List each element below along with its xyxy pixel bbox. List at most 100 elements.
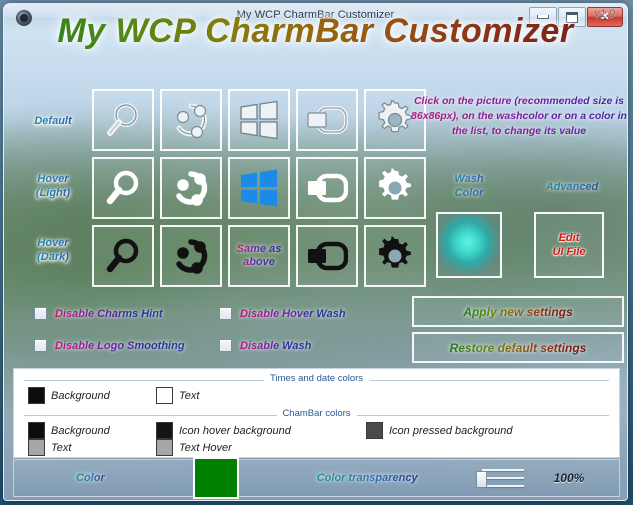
same-as-above-line2: above	[237, 256, 282, 269]
edit-ui-file-label: Edit UI File	[552, 231, 585, 259]
devices-icon	[306, 104, 348, 136]
slider-track-top	[482, 469, 524, 471]
swatch-label: Icon pressed background	[389, 425, 513, 437]
edit-ui-file-button[interactable]: Edit UI File	[534, 212, 604, 278]
swatch-item[interactable]: Text	[156, 387, 199, 404]
row-label-hover-dark: Hover (Dark)	[18, 236, 88, 264]
charmbar-colors-row: Background Text Icon hover background Te	[14, 422, 619, 456]
swatch-item[interactable]: Text	[28, 439, 156, 456]
app-window: My WCP CharmBar Customizer ✕ v1.0 My WCP…	[3, 3, 628, 501]
settings-gear-icon	[375, 168, 415, 208]
swatch-item[interactable]: Icon pressed background	[366, 422, 513, 439]
color-swatch-main[interactable]	[193, 457, 239, 499]
share-icon	[171, 236, 211, 276]
swatch-item[interactable]: Icon hover background	[156, 422, 366, 439]
start-windows-icon	[239, 169, 279, 207]
swatch-label: Background	[51, 390, 110, 402]
same-as-above-label: Same as above	[237, 243, 282, 269]
checkbox-label: Disable Hover Wash	[240, 308, 346, 320]
color-swatch-charmbar-background[interactable]	[28, 422, 45, 439]
row-label-hover-light-line1: Hover	[18, 172, 88, 186]
icon-cell-hover-light-start[interactable]	[228, 157, 290, 219]
same-as-above-line1: Same as	[237, 243, 282, 256]
icon-cell-hover-light-devices[interactable]	[296, 157, 358, 219]
wash-color-label-line2: Color	[434, 186, 504, 200]
edit-ui-file-line1: Edit	[552, 231, 585, 245]
transparency-slider[interactable]	[476, 467, 524, 489]
wash-color-label: Wash Color	[434, 172, 504, 200]
search-icon	[103, 168, 143, 208]
devices-icon	[306, 172, 348, 204]
icon-cell-hover-dark-devices[interactable]	[296, 225, 358, 287]
row-label-hover-dark-line1: Hover	[18, 236, 88, 250]
times-date-text-group: Text	[156, 387, 199, 404]
screenshot-root: My WCP CharmBar Customizer ✕ v1.0 My WCP…	[0, 0, 633, 505]
checkbox-label: Disable Charms Hint	[55, 308, 163, 320]
icon-cell-hover-dark-share[interactable]	[160, 225, 222, 287]
checkbox-disable-wash[interactable]: Disable Wash	[219, 339, 311, 352]
share-icon	[171, 168, 211, 208]
color-swatch-charmbar-text[interactable]	[28, 439, 45, 456]
page-title: My WCP CharmBar Customizer	[4, 12, 627, 51]
icon-row-default	[92, 89, 426, 151]
slider-track-middle	[482, 477, 524, 479]
charmbar-colors-title: ChamBar colors	[276, 408, 356, 419]
checkbox-box[interactable]	[219, 307, 232, 320]
icon-cell-default-start[interactable]	[228, 89, 290, 151]
checkbox-box[interactable]	[219, 339, 232, 352]
color-swatch-icon-pressed-background[interactable]	[366, 422, 383, 439]
share-icon	[171, 100, 211, 140]
checkbox-box[interactable]	[34, 339, 47, 352]
checkbox-box[interactable]	[34, 307, 47, 320]
swatch-label: Text	[51, 442, 71, 454]
charmbar-col3: Icon pressed background	[366, 422, 513, 439]
icon-cell-hover-dark-search[interactable]	[92, 225, 154, 287]
color-swatch-icon-hover-background[interactable]	[156, 422, 173, 439]
restore-default-settings-button[interactable]: Restore default settings	[412, 332, 624, 363]
swatch-label: Background	[51, 425, 110, 437]
color-swatch-text-hover[interactable]	[156, 439, 173, 456]
search-icon	[103, 100, 143, 140]
swatch-label: Text	[179, 390, 199, 402]
icon-cell-hover-dark-start[interactable]: Same as above	[228, 225, 290, 287]
wash-color-swatch[interactable]	[436, 212, 502, 278]
row-label-default: Default	[18, 114, 88, 128]
icon-cell-hover-light-share[interactable]	[160, 157, 222, 219]
color-label: Color	[76, 472, 105, 484]
row-label-hover-dark-line2: (Dark)	[18, 250, 88, 264]
advanced-label: Advanced	[532, 180, 612, 194]
icon-cell-default-search[interactable]	[92, 89, 154, 151]
devices-icon	[306, 240, 348, 272]
swatch-label: Icon hover background	[179, 425, 291, 437]
checkbox-disable-logo-smoothing[interactable]: Disable Logo Smoothing	[34, 339, 185, 352]
search-icon	[103, 236, 143, 276]
edit-ui-file-line2: UI File	[552, 245, 585, 259]
bottom-bar: Color Color transparency 100%	[13, 459, 620, 497]
icon-row-hover-dark: Same as above	[92, 225, 426, 287]
apply-new-settings-button[interactable]: Apply new settings	[412, 296, 624, 327]
color-swatch-times-background[interactable]	[28, 387, 45, 404]
times-date-colors-row: Background Text	[14, 387, 619, 404]
icon-row-hover-light	[92, 157, 426, 219]
checkbox-label: Disable Logo Smoothing	[55, 340, 185, 352]
swatch-item[interactable]: Background	[28, 387, 156, 404]
swatch-label: Text Hover	[179, 442, 232, 454]
swatch-item[interactable]: Text Hover	[156, 439, 366, 456]
colors-panel: Times and date colors Background Text	[13, 368, 620, 458]
slider-thumb[interactable]	[476, 471, 487, 488]
icon-cell-hover-light-search[interactable]	[92, 157, 154, 219]
checkbox-disable-charms-hint[interactable]: Disable Charms Hint	[34, 307, 163, 320]
icon-cell-default-devices[interactable]	[296, 89, 358, 151]
icon-cell-hover-dark-settings[interactable]	[364, 225, 426, 287]
charmbar-colors-group-header: ChamBar colors	[24, 415, 609, 416]
icon-cell-default-share[interactable]	[160, 89, 222, 151]
slider-track-bottom	[482, 485, 524, 487]
swatch-item[interactable]: Background	[28, 422, 156, 439]
checkbox-disable-hover-wash[interactable]: Disable Hover Wash	[219, 307, 346, 320]
color-swatch-times-text[interactable]	[156, 387, 173, 404]
icon-cell-hover-light-settings[interactable]	[364, 157, 426, 219]
charmbar-col1: Background Text	[28, 422, 156, 456]
checkbox-label: Disable Wash	[240, 340, 311, 352]
times-date-colors-group-header: Times and date colors	[24, 380, 609, 381]
times-date-background-group: Background	[28, 387, 156, 404]
